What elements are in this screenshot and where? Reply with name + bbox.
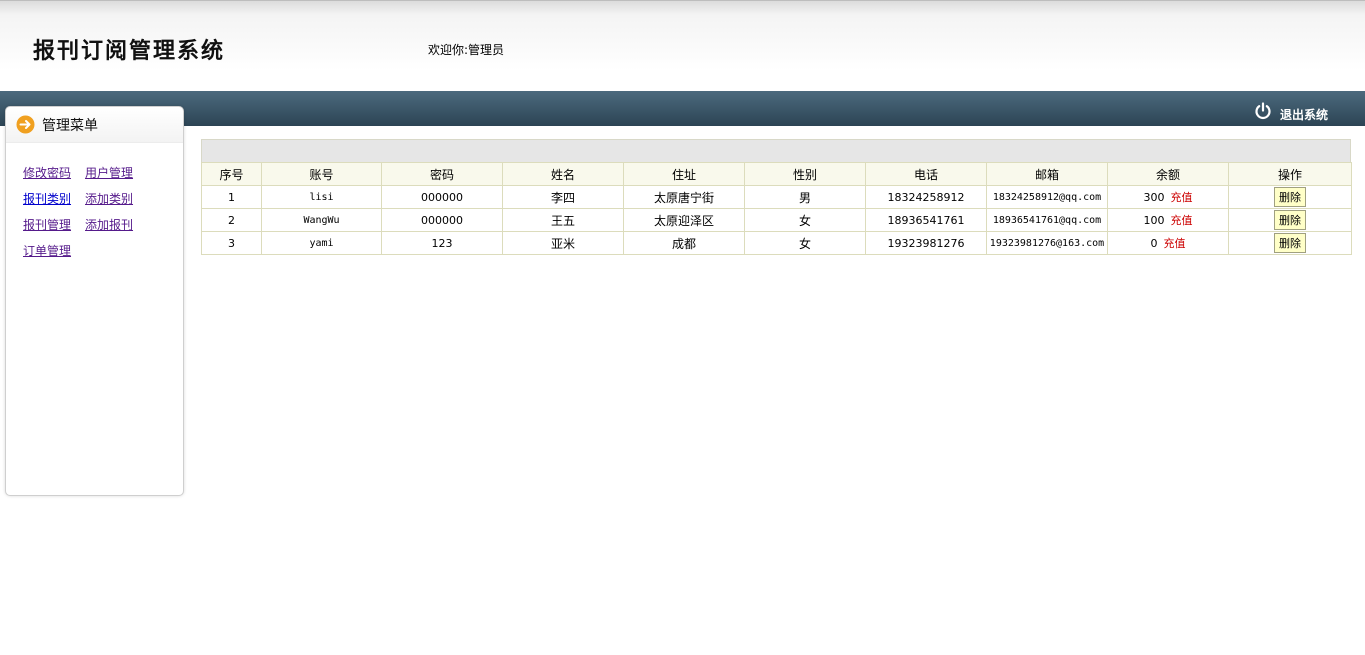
arrow-right-circle-icon	[16, 115, 35, 134]
cell-email: 18936541761@qq.com	[986, 208, 1108, 232]
column-header-index: 序号	[201, 162, 262, 186]
user-table: 序号 账号 密码 姓名 住址 性别 电话 邮箱 余额 操作 1 lisi 000…	[201, 162, 1352, 255]
power-icon	[1255, 101, 1271, 119]
logout-label: 退出系统	[1279, 108, 1328, 122]
delete-button[interactable]: 删除	[1274, 187, 1306, 207]
sidebar-item-user-management[interactable]: 用户管理	[85, 164, 133, 181]
cell-account: WangWu	[261, 208, 382, 232]
main-content: 序号 账号 密码 姓名 住址 性别 电话 邮箱 余额 操作 1 lisi 000…	[201, 139, 1352, 255]
cell-phone: 19323981276	[865, 231, 987, 255]
cell-balance: 0 充值	[1107, 231, 1229, 255]
cell-account: lisi	[261, 185, 382, 209]
delete-button[interactable]: 删除	[1274, 233, 1306, 253]
cell-index: 2	[201, 208, 262, 232]
cell-password: 000000	[381, 208, 503, 232]
cell-address: 成都	[623, 231, 745, 255]
cell-email: 18324258912@qq.com	[986, 185, 1108, 209]
cell-name: 亚米	[502, 231, 624, 255]
sidebar-item-order-management[interactable]: 订单管理	[23, 242, 71, 259]
app-title: 报刊订阅管理系统	[33, 38, 226, 64]
column-header-password: 密码	[381, 162, 503, 186]
cell-balance: 300 充值	[1107, 185, 1229, 209]
column-header-address: 住址	[623, 162, 745, 186]
cell-gender: 女	[744, 208, 866, 232]
sidebar-item-add-newspaper[interactable]: 添加报刊	[85, 216, 133, 233]
table-row: 2 WangWu 000000 王五 太原迎泽区 女 18936541761 1…	[201, 208, 1352, 232]
column-header-email: 邮箱	[986, 162, 1108, 186]
sidebar-title: 管理菜单	[42, 117, 98, 134]
table-row: 1 lisi 000000 李四 太原唐宁街 男 18324258912 183…	[201, 185, 1352, 209]
column-header-name: 姓名	[502, 162, 624, 186]
menu-row: 修改密码 用户管理	[23, 159, 183, 185]
column-header-actions: 操作	[1228, 162, 1352, 186]
table-header-row: 序号 账号 密码 姓名 住址 性别 电话 邮箱 余额 操作	[201, 162, 1352, 186]
recharge-link[interactable]: 充值	[1164, 237, 1186, 250]
menu-row: 订单管理	[23, 237, 183, 263]
welcome-text: 欢迎你:管理员	[428, 43, 505, 57]
recharge-link[interactable]: 充值	[1171, 191, 1193, 204]
cell-address: 太原唐宁街	[623, 185, 745, 209]
recharge-link[interactable]: 充值	[1171, 214, 1193, 227]
cell-password: 123	[381, 231, 503, 255]
delete-button[interactable]: 删除	[1274, 210, 1306, 230]
cell-balance: 100 充值	[1107, 208, 1229, 232]
cell-name: 王五	[502, 208, 624, 232]
header: 报刊订阅管理系统 欢迎你:管理员	[0, 0, 1365, 91]
cell-actions: 删除	[1228, 231, 1352, 255]
table-row: 3 yami 123 亚米 成都 女 19323981276 193239812…	[201, 231, 1352, 255]
column-header-balance: 余额	[1107, 162, 1229, 186]
sidebar: 管理菜单 修改密码 用户管理 报刊类别 添加类别 报刊管理 添加报刊 订单管理	[5, 106, 184, 496]
menu-row: 报刊类别 添加类别	[23, 185, 183, 211]
table-caption-bar	[201, 139, 1351, 162]
menu-row: 报刊管理 添加报刊	[23, 211, 183, 237]
cell-phone: 18324258912	[865, 185, 987, 209]
sidebar-item-newspaper-category[interactable]: 报刊类别	[23, 190, 71, 207]
cell-account: yami	[261, 231, 382, 255]
column-header-gender: 性别	[744, 162, 866, 186]
cell-index: 1	[201, 185, 262, 209]
cell-address: 太原迎泽区	[623, 208, 745, 232]
column-header-account: 账号	[261, 162, 382, 186]
sidebar-item-newspaper-management[interactable]: 报刊管理	[23, 216, 71, 233]
sidebar-menu: 修改密码 用户管理 报刊类别 添加类别 报刊管理 添加报刊 订单管理	[6, 143, 183, 263]
balance-value: 300	[1143, 191, 1165, 204]
column-header-phone: 电话	[865, 162, 987, 186]
cell-name: 李四	[502, 185, 624, 209]
sidebar-item-add-category[interactable]: 添加类别	[85, 190, 133, 207]
sidebar-item-change-password[interactable]: 修改密码	[23, 164, 71, 181]
balance-value: 0	[1150, 237, 1158, 250]
cell-gender: 男	[744, 185, 866, 209]
sidebar-header: 管理菜单	[6, 107, 183, 143]
cell-password: 000000	[381, 185, 503, 209]
cell-actions: 删除	[1228, 185, 1352, 209]
balance-value: 100	[1143, 214, 1165, 227]
top-nav-bar: 退出系统	[0, 91, 1365, 126]
logout-button[interactable]: 退出系统	[1254, 98, 1328, 123]
cell-email: 19323981276@163.com	[986, 231, 1108, 255]
cell-index: 3	[201, 231, 262, 255]
cell-actions: 删除	[1228, 208, 1352, 232]
cell-gender: 女	[744, 231, 866, 255]
cell-phone: 18936541761	[865, 208, 987, 232]
